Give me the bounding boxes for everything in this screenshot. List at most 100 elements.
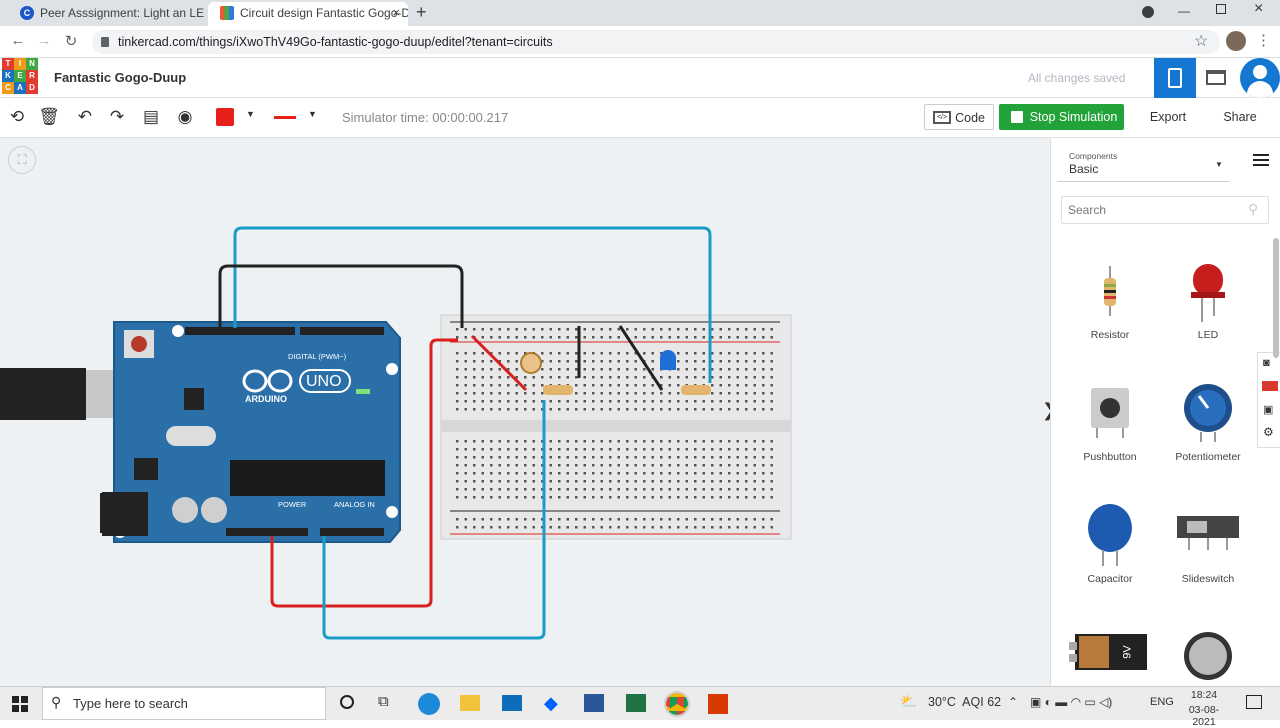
notification-icon[interactable]	[1246, 695, 1262, 709]
user-avatar[interactable]	[1240, 58, 1280, 98]
circuit-view-button[interactable]	[1154, 58, 1196, 98]
undo-icon[interactable]: ↶	[74, 106, 96, 128]
tray-chevron-icon[interactable]: ⌃	[1008, 695, 1018, 709]
component-potentiometer[interactable]: Potentiometer	[1163, 378, 1253, 468]
windows-start-icon[interactable]	[12, 696, 28, 712]
tab-search-icon[interactable]	[1142, 6, 1154, 18]
tinkercad-logo[interactable]: T I N K E R C A D	[2, 58, 38, 94]
chevron-down-icon: ▼	[1215, 160, 1223, 169]
browser-menu-icon[interactable]: ⋮	[1256, 31, 1271, 49]
component-label: LED	[1197, 329, 1219, 341]
logo-letter: C	[2, 82, 14, 94]
battery-label: 9V	[1121, 645, 1134, 659]
components-panel: Components Basic ▼ Search ⚲ Resistor LED…	[1050, 138, 1280, 686]
chevron-down-icon[interactable]: ▼	[308, 109, 317, 119]
edge-browser-icon[interactable]	[418, 693, 440, 715]
taskbar-search-input[interactable]: ⚲ Type here to search	[42, 687, 326, 720]
code-label: Code	[955, 111, 985, 125]
browser-tab-bar: C Peer Asssignment: Light an LED | Circu…	[0, 0, 1280, 26]
task-view-icon[interactable]: ⧉	[378, 693, 389, 710]
mail-icon[interactable]	[502, 695, 522, 711]
app-header: T I N K E R C A D Fantastic Gogo-Duup Al…	[0, 58, 1280, 98]
export-button[interactable]: Export	[1136, 104, 1200, 130]
rotate-icon[interactable]: ⟲	[6, 106, 28, 128]
notes-icon[interactable]: ▤	[140, 106, 162, 128]
back-icon[interactable]: ←	[8, 32, 28, 49]
component-led[interactable]: LED	[1163, 256, 1253, 346]
digital-pins-label: DIGITAL (PWM~)	[288, 352, 347, 361]
browser-tab-peer-assignment[interactable]: C Peer Asssignment: Light an LED |	[8, 2, 204, 26]
reload-icon[interactable]: ↻	[61, 32, 81, 50]
coursera-icon: C	[20, 6, 34, 20]
logo-letter: I	[14, 58, 26, 70]
minimize-icon[interactable]: —	[1178, 4, 1190, 18]
logo-letter: K	[2, 70, 14, 82]
windows-taskbar: ⚲ Type here to search ⧉ ◆ ⛅ 30°C AQI 62 …	[0, 686, 1280, 728]
component-resistor[interactable]: Resistor	[1065, 256, 1155, 346]
new-tab-button[interactable]: +	[416, 2, 427, 23]
browser-tab-circuit-design[interactable]: Circuit design Fantastic Gogo-Du ×	[208, 2, 408, 26]
forward-icon[interactable]: →	[34, 32, 54, 49]
code-button[interactable]: </> Code	[924, 104, 994, 130]
cortana-icon[interactable]	[340, 695, 354, 709]
stop-simulation-button[interactable]: Stop Simulation	[999, 104, 1124, 130]
dropbox-icon[interactable]: ◆	[544, 693, 558, 714]
camera-icon[interactable]: ◙	[1263, 357, 1270, 369]
panel-scrollbar[interactable]	[1273, 238, 1279, 358]
delete-icon[interactable]: 🗑	[38, 106, 60, 128]
settings-gear-icon[interactable]: ⚙	[1263, 425, 1274, 439]
logo-letter: D	[26, 82, 38, 94]
color-swatch[interactable]	[216, 108, 234, 126]
tinkercad-favicon-icon	[220, 6, 234, 20]
chip-icon	[1168, 68, 1182, 88]
search-input[interactable]: Search ⚲	[1061, 196, 1269, 224]
logo-letter: E	[14, 70, 26, 82]
profile-avatar[interactable]	[1226, 31, 1246, 51]
code-icon: </>	[933, 111, 951, 124]
component-pushbutton[interactable]: Pushbutton	[1065, 378, 1155, 468]
clock-date[interactable]: 03-08-2021	[1180, 704, 1228, 728]
design-title[interactable]: Fantastic Gogo-Duup	[54, 70, 186, 85]
visibility-eye-icon[interactable]: ◉	[174, 106, 196, 128]
circuit-drawing	[0, 226, 792, 640]
components-dropdown[interactable]: Components Basic ▼	[1057, 146, 1229, 182]
bookmark-star-icon[interactable]: ☆	[1194, 31, 1208, 51]
component-coin-cell-battery[interactable]	[1163, 622, 1253, 682]
search-icon: ⚲	[1248, 201, 1259, 217]
lock-icon	[101, 37, 109, 47]
close-tab-icon[interactable]: ×	[392, 2, 400, 24]
url-text: tinkercad.com/things/iXwoThV49Go-fantast…	[118, 35, 553, 49]
list-view-icon[interactable]	[1253, 154, 1269, 166]
simulator-time: Simulator time: 00:00:00.217	[342, 110, 509, 125]
component-9v-battery[interactable]: 9V	[1065, 622, 1155, 682]
weather-text[interactable]: 30°C AQI 62	[928, 695, 1001, 709]
image-icon[interactable]: ▣	[1263, 403, 1273, 416]
clock-time[interactable]: 18:24	[1180, 689, 1228, 701]
chevron-down-icon[interactable]: ▼	[246, 109, 255, 119]
file-explorer-icon[interactable]	[460, 695, 480, 711]
tray-icons[interactable]: ▣ ◐ ▬ ◠ ▭ ◁)	[1030, 695, 1112, 709]
share-button[interactable]: Share	[1210, 104, 1270, 130]
component-slideswitch[interactable]: Slideswitch	[1163, 500, 1253, 590]
stop-label: Stop Simulation	[1029, 110, 1118, 124]
word-icon[interactable]	[584, 694, 604, 712]
search-placeholder: Search	[1068, 203, 1107, 217]
address-bar-row: ← → ↻ tinkercad.com/things/iXwoThV49Go-f…	[0, 26, 1280, 58]
redo-icon[interactable]: ↷	[106, 106, 128, 128]
url-input[interactable]: tinkercad.com/things/iXwoThV49Go-fantast…	[92, 30, 1220, 54]
analog-in-label: ANALOG IN	[334, 500, 375, 509]
search-icon: ⚲	[51, 694, 62, 710]
side-mini-toolbar: ◙ ▣ ⚙	[1257, 352, 1280, 448]
record-icon[interactable]	[1262, 381, 1278, 391]
component-list-icon[interactable]	[1206, 70, 1226, 85]
circuit-canvas[interactable]: ⛶ ARDUINO UNO DIGITAL (PWM~) POWER ANALO…	[0, 138, 1057, 686]
excel-icon[interactable]	[626, 694, 646, 712]
language-indicator[interactable]: ENG	[1150, 696, 1174, 708]
close-window-icon[interactable]: ×	[1254, 0, 1263, 18]
office-icon[interactable]	[708, 694, 728, 714]
component-label: Pushbutton	[1083, 451, 1137, 463]
maximize-icon[interactable]	[1216, 4, 1226, 14]
wire-type-icon[interactable]	[274, 116, 296, 119]
component-capacitor[interactable]: Capacitor	[1065, 500, 1155, 590]
chrome-icon[interactable]	[664, 691, 690, 717]
